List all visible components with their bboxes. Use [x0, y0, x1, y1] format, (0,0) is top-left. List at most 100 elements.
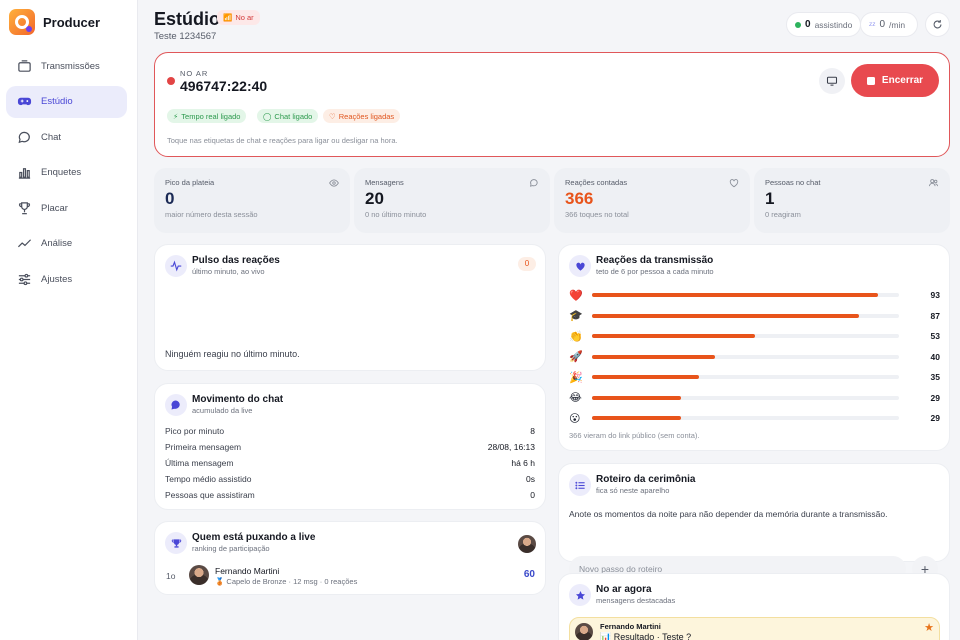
reaction-bar-track — [592, 334, 899, 338]
broadcast-icon: 📶 — [223, 13, 233, 22]
reaction-bar-fill — [592, 416, 682, 420]
card-subtitle: fica só neste aparelho — [596, 486, 670, 495]
reaction-bar-track — [592, 293, 899, 297]
refresh-button[interactable] — [925, 12, 950, 37]
watching-label: assistindo — [814, 19, 853, 30]
sidebar-item-estudio[interactable]: Estúdio — [6, 85, 127, 118]
stat-row-value: 8 — [530, 426, 535, 436]
toggle-chat-chip[interactable]: ◯ Chat ligado — [257, 109, 319, 123]
stat-sub: 0 no último minuto — [365, 210, 427, 219]
stat-row-label: Tempo médio assistido — [165, 474, 252, 484]
sidebar-item-chat[interactable]: Chat — [6, 121, 127, 153]
reaction-row: 👏 53 — [569, 329, 940, 343]
sidebar-item-analise[interactable]: Análise — [6, 228, 127, 260]
highlighted-message[interactable]: Fernando Martini 📊 Resultado · Teste ? ★ — [569, 617, 940, 640]
message-text: 📊 Resultado · Teste ? — [600, 632, 692, 640]
toggle-reactions-chip[interactable]: ♡ Reações ligadas — [323, 109, 401, 123]
leader-detail: 🥉 Capelo de Bronze · 12 msg · 0 reações — [215, 577, 358, 586]
sliders-icon — [18, 273, 31, 286]
main-nav: Transmissões Estúdio Chat Enquetes Placa… — [6, 50, 127, 299]
reaction-emoji-icon: 👏 — [569, 330, 583, 343]
users-icon — [929, 179, 938, 187]
reaction-bar-fill — [592, 354, 715, 359]
sidebar-item-label: Ajustes — [41, 274, 73, 286]
bar-chart-icon — [18, 168, 31, 180]
reaction-count: 40 — [930, 351, 940, 362]
end-broadcast-button[interactable]: Encerrar — [851, 64, 939, 97]
trophy-icon — [18, 202, 31, 215]
reaction-bar-fill — [592, 375, 700, 379]
page-subtitle: Teste 1234567 — [154, 31, 217, 42]
star-icon[interactable]: ★ — [924, 621, 934, 634]
status-badge: 📶 No ar — [217, 10, 260, 25]
stat-row-value: 0 — [530, 490, 535, 500]
heart-outline-icon — [729, 179, 739, 188]
screen-mode-button[interactable] — [819, 68, 845, 94]
leader-name: Fernando Martini — [215, 566, 280, 576]
chat-icon — [18, 131, 30, 143]
card-title: Pulso das reações — [192, 255, 280, 266]
sidebar-item-label: Estúdio — [41, 96, 73, 108]
sidebar-item-transmissoes[interactable]: Transmissões — [6, 50, 127, 82]
reaction-bar-track — [592, 375, 899, 379]
chip-label: Tempo real ligado — [181, 111, 241, 121]
sidebar-item-ajustes[interactable]: Ajustes — [6, 264, 127, 296]
stat-row-value: 0s — [526, 474, 535, 484]
chat-icon — [529, 179, 538, 187]
stat-row: Pessoas que assistiram 0 — [165, 490, 535, 500]
heart-icon — [569, 255, 591, 277]
stat-row-label: Primeira mensagem — [165, 442, 242, 452]
stat-label: Reações contadas — [565, 178, 628, 187]
stat-chat-people: Pessoas no chat 1 0 reagiram — [754, 168, 950, 233]
avatar[interactable] — [518, 535, 536, 553]
reaction-pulse-card: Pulso das reações último minuto, ao vivo… — [154, 244, 546, 371]
stat-row: Última mensagem há 6 h — [165, 458, 535, 468]
sidebar-item-label: Chat — [41, 131, 62, 143]
end-button-label: Encerrar — [881, 75, 924, 86]
reaction-bar-fill — [592, 313, 860, 318]
reaction-count: 93 — [930, 290, 940, 300]
stat-row: Primeira mensagem 28/08, 16:13 — [165, 442, 535, 452]
reaction-count: 29 — [930, 392, 940, 403]
card-subtitle: mensagens destacadas — [596, 596, 676, 605]
stat-row: Tempo médio assistido 0s — [165, 474, 535, 484]
onair-label: NO AR — [180, 69, 209, 78]
chat-bubble-icon: ◯ — [263, 111, 272, 121]
recording-dot-icon — [167, 77, 175, 85]
brand-name: Producer — [43, 14, 101, 30]
stat-label: Mensagens — [365, 178, 404, 187]
list-icon — [569, 474, 591, 496]
toggle-realtime-chip[interactable]: ⚡ Tempo real ligado — [167, 109, 247, 123]
chip-label: Chat ligado — [274, 111, 313, 121]
card-title: Quem está puxando a live — [192, 532, 316, 543]
rate-pill: ᶻᶻ 0 /min — [860, 12, 918, 37]
pulse-icon — [165, 255, 187, 277]
stat-row: Pico por minuto 8 — [165, 426, 535, 436]
on-air-now-card: No ar agora mensagens destacadas Fernand… — [558, 573, 950, 640]
brand: Producer — [9, 9, 100, 35]
ceremony-script-card: Roteiro da cerimônia fica só neste apare… — [558, 463, 950, 582]
card-subtitle: ranking de participação — [192, 544, 270, 553]
reaction-count: 29 — [930, 413, 940, 423]
eye-icon — [329, 179, 339, 187]
reaction-emoji-icon: 😮 — [569, 412, 581, 425]
sidebar: Producer Transmissões Estúdio Chat Enque… — [0, 0, 138, 640]
reaction-row: 🎉 35 — [569, 370, 940, 384]
watching-count: 0 — [805, 19, 811, 30]
sidebar-item-enquetes[interactable]: Enquetes — [6, 157, 127, 189]
live-panel: NO AR 496747:22:40 ⚡ Tempo real ligado ◯… — [154, 52, 950, 157]
avatar — [189, 565, 209, 585]
stat-row-label: Pico por minuto — [165, 426, 225, 436]
status-badge-label: No ar — [235, 13, 254, 22]
stop-icon — [866, 76, 875, 85]
script-description: Anote os momentos da noite para não depe… — [569, 509, 888, 519]
sidebar-item-label: Enquetes — [41, 167, 82, 179]
trend-icon — [17, 239, 32, 248]
reaction-bar-track — [592, 313, 899, 318]
reaction-row: 😂 29 — [569, 391, 940, 405]
sidebar-item-placar[interactable]: Placar — [6, 192, 127, 224]
stat-row-label: Pessoas que assistiram — [165, 490, 255, 500]
reaction-emoji-icon: 🚀 — [569, 351, 583, 363]
leader-rank: 1o — [166, 571, 176, 581]
card-subtitle: teto de 6 por pessoa a cada minuto — [596, 267, 714, 276]
